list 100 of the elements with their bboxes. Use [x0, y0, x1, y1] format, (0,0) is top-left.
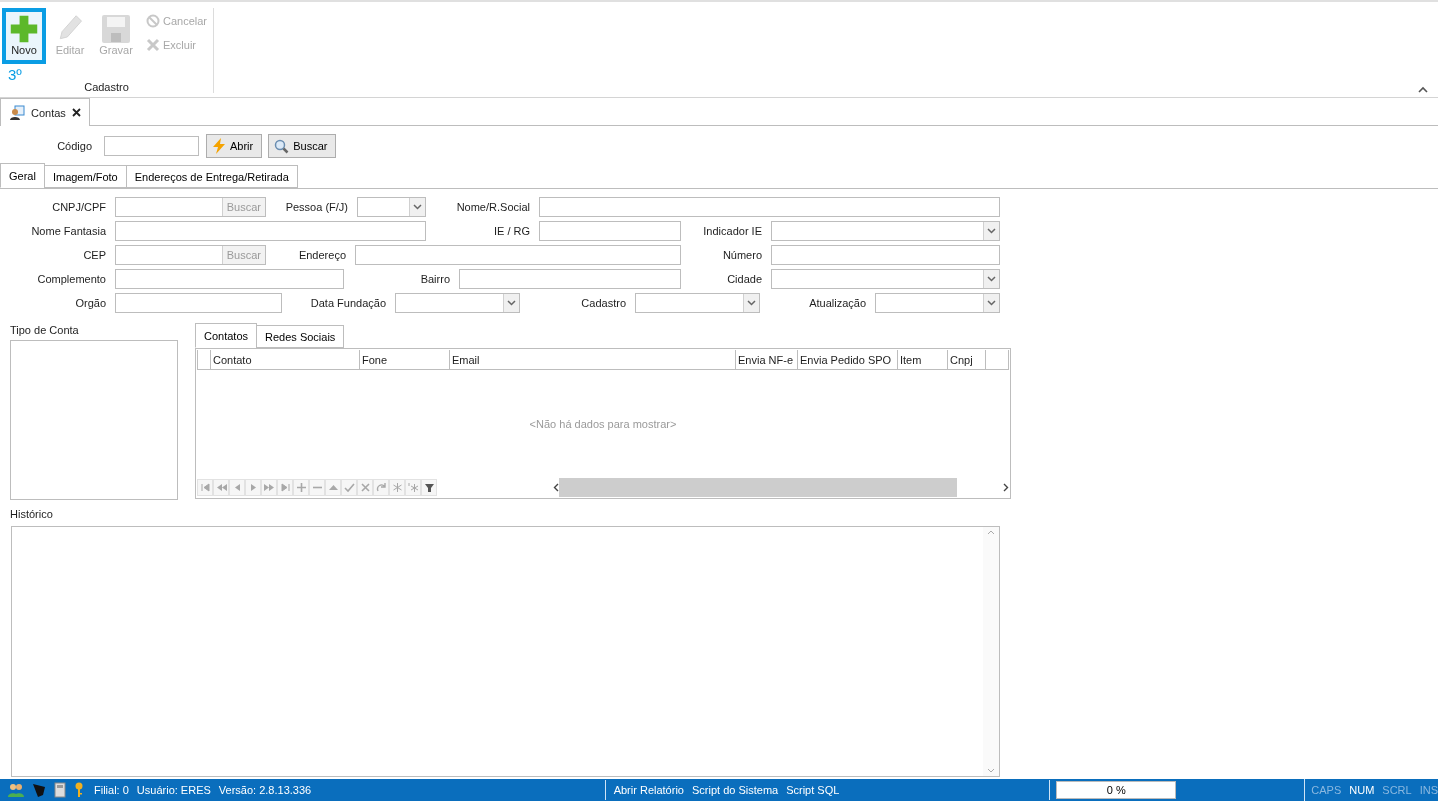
- field-label: Número: [721, 249, 763, 261]
- dropdown-field[interactable]: [395, 293, 520, 313]
- close-icon[interactable]: [71, 108, 81, 117]
- people-icon[interactable]: [8, 782, 24, 798]
- open-button[interactable]: Abrir: [206, 134, 263, 158]
- section-label: Tipo de Conta: [10, 324, 80, 336]
- tab[interactable]: Imagem/Foto: [43, 165, 127, 188]
- first-icon: [199, 482, 211, 493]
- field-label: Atualização: [808, 297, 867, 309]
- key-indicator: INS: [1419, 784, 1438, 796]
- text-field[interactable]: [539, 221, 681, 241]
- text-field[interactable]: [771, 245, 1000, 265]
- dropdown-field[interactable]: [635, 293, 760, 313]
- key-icon[interactable]: [74, 782, 84, 798]
- group-label: Cadastro: [83, 81, 130, 93]
- text-field[interactable]: [355, 245, 681, 265]
- star2-icon: [407, 482, 419, 493]
- key-indicator: NUM: [1349, 784, 1375, 796]
- star-icon: [391, 482, 403, 493]
- prohibited-icon: [146, 14, 160, 28]
- field-label: CEP: [82, 249, 107, 261]
- dropdown-field[interactable]: [771, 269, 1000, 289]
- field-label: Data Fundação: [309, 297, 387, 309]
- column-header[interactable]: Fone: [360, 350, 450, 369]
- status-link[interactable]: Abrir Relatório: [613, 784, 684, 796]
- code-field[interactable]: [104, 136, 199, 156]
- scroll-down-icon[interactable]: [987, 768, 995, 773]
- chevron-down-icon: [413, 204, 422, 210]
- status-link[interactable]: Script do Sistema: [691, 784, 779, 796]
- field-label: Indicador IE: [702, 225, 763, 237]
- check-icon: [343, 482, 355, 493]
- cross-icon: [146, 38, 160, 52]
- field-label: Nome/R.Social: [455, 201, 531, 213]
- column-header[interactable]: Contato: [211, 350, 360, 369]
- field-label: Nome Fantasia: [30, 225, 107, 237]
- key-indicator: SCRL: [1382, 784, 1412, 796]
- text-field[interactable]: [115, 269, 344, 289]
- dropdown-field[interactable]: [357, 197, 426, 217]
- field-label: Endereço: [297, 249, 347, 261]
- document-tab[interactable]: Contas: [0, 98, 90, 126]
- text-field[interactable]: [115, 221, 426, 241]
- column-header[interactable]: Cnpj: [948, 350, 986, 369]
- search-icon: [274, 138, 290, 154]
- prev-page-icon: [215, 482, 227, 493]
- section-label: Histórico: [10, 508, 54, 520]
- text-field[interactable]: [115, 293, 282, 313]
- lightning-icon: [212, 138, 226, 154]
- tab[interactable]: Endereços de Entrega/Retirada: [125, 165, 298, 188]
- tab[interactable]: Redes Sociais: [256, 325, 345, 348]
- field-label: CNPJ/CPF: [51, 201, 107, 213]
- chevron-down-icon: [987, 300, 996, 306]
- ribbon-button[interactable]: Novo: [2, 8, 46, 64]
- text-field[interactable]: [459, 269, 681, 289]
- last-icon: [279, 482, 291, 493]
- column-header[interactable]: Envia NF-e: [736, 350, 798, 369]
- field-label: IE / RG: [492, 225, 531, 237]
- chevron-down-icon: [987, 228, 996, 234]
- scroll-left-icon[interactable]: [553, 483, 559, 492]
- chevron-down-icon: [507, 300, 516, 306]
- history-memo-field[interactable]: [11, 526, 1000, 777]
- person-card-icon: [9, 104, 25, 121]
- column-header[interactable]: Email: [450, 350, 736, 369]
- shield-icon[interactable]: [32, 782, 46, 798]
- redo-icon: [375, 482, 387, 493]
- column-header[interactable]: Envia Pedido SPO: [798, 350, 898, 369]
- chevron-down-icon: [987, 276, 996, 282]
- field-label: Orgão: [74, 297, 107, 309]
- calculator-icon[interactable]: [54, 782, 66, 798]
- tab[interactable]: Geral: [0, 163, 45, 188]
- status-text: Filial: 0: [94, 784, 129, 796]
- field-label: Complemento: [36, 273, 107, 285]
- account-type-list[interactable]: [10, 340, 178, 500]
- step-label: 3º: [8, 66, 22, 83]
- empty-message: <Não há dados para mostrar>: [529, 418, 677, 430]
- tab[interactable]: Contatos: [195, 323, 258, 348]
- dropdown-field[interactable]: [875, 293, 1000, 313]
- field-label: Bairro: [419, 273, 451, 285]
- column-header[interactable]: Item: [898, 350, 948, 369]
- scroll-up-icon[interactable]: [987, 530, 995, 535]
- next-page-icon: [263, 482, 275, 493]
- key-indicator: CAPS: [1311, 784, 1342, 796]
- field-label: Cidade: [726, 273, 763, 285]
- status-text: Versão: 2.8.13.336: [218, 784, 312, 796]
- plus-icon: [295, 482, 307, 493]
- search-button[interactable]: Buscar: [268, 134, 337, 158]
- up-icon: [327, 482, 339, 493]
- progress-text: 0 %: [1105, 783, 1127, 798]
- collapse-icon[interactable]: [1418, 86, 1428, 93]
- navigator-button[interactable]: [421, 479, 437, 496]
- filter-icon: [423, 482, 435, 493]
- field-label: Código: [56, 140, 93, 152]
- scroll-right-icon[interactable]: [1003, 483, 1009, 492]
- chevron-down-icon: [747, 300, 756, 306]
- status-text: Usuário: ERES: [136, 784, 211, 796]
- field-label: Cadastro: [580, 297, 627, 309]
- horizontal-scrollbar[interactable]: [553, 478, 1009, 497]
- text-field[interactable]: [539, 197, 1000, 217]
- status-link[interactable]: Script SQL: [786, 784, 840, 796]
- dropdown-field[interactable]: [771, 221, 1000, 241]
- tab-label: Contas: [31, 106, 66, 119]
